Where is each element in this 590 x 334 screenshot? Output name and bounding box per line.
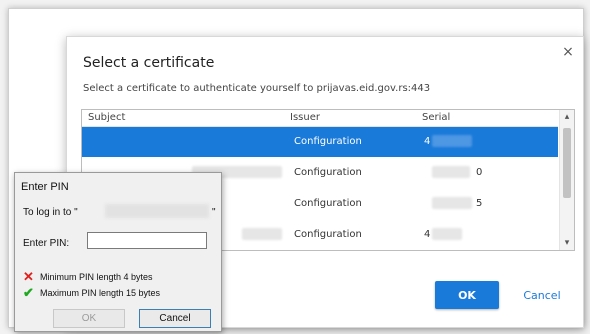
pin-rule-max: ✔ Maximum PIN length 15 bytes xyxy=(23,285,160,301)
column-header-subject[interactable]: Subject xyxy=(88,112,125,123)
table-row[interactable]: Configuration 4 xyxy=(82,127,558,157)
redaction-block xyxy=(432,166,470,178)
login-target-label: To log in to " xyxy=(23,207,78,218)
enter-pin-dialog: Enter PIN To log in to " " Enter PIN: ✕ … xyxy=(14,172,222,332)
dialog-title: Select a certificate xyxy=(83,55,215,71)
cancel-button[interactable]: Cancel xyxy=(509,281,575,309)
redaction-block xyxy=(105,204,209,218)
pin-dialog-title: Enter PIN xyxy=(21,181,69,193)
serial-cell: 0 xyxy=(476,167,483,178)
redaction-block xyxy=(242,228,282,240)
serial-cell: 4 xyxy=(424,136,431,147)
redaction-block xyxy=(432,197,472,209)
pin-input[interactable] xyxy=(87,232,207,249)
chevron-up-icon[interactable]: ▴ xyxy=(560,110,574,124)
table-header: Subject Issuer Serial xyxy=(82,110,558,127)
close-icon[interactable]: × xyxy=(559,43,577,61)
redaction-block xyxy=(432,228,462,240)
column-header-serial[interactable]: Serial xyxy=(422,112,450,123)
pin-rule-min: ✕ Minimum PIN length 4 bytes xyxy=(23,269,153,285)
table-scrollbar[interactable]: ▴ ▾ xyxy=(559,110,574,250)
column-header-issuer[interactable]: Issuer xyxy=(290,112,320,123)
pin-rule-text: Maximum PIN length 15 bytes xyxy=(40,288,161,298)
serial-cell: 5 xyxy=(476,198,483,209)
issuer-cell: Configuration xyxy=(294,167,362,178)
cross-icon: ✕ xyxy=(23,269,34,284)
pin-cancel-button[interactable]: Cancel xyxy=(139,309,211,328)
ok-button[interactable]: OK xyxy=(435,281,499,309)
issuer-cell: Configuration xyxy=(294,229,362,240)
pin-rule-text: Minimum PIN length 4 bytes xyxy=(40,272,153,282)
issuer-cell: Configuration xyxy=(294,198,362,209)
pin-ok-button[interactable]: OK xyxy=(53,309,125,328)
scrollbar-thumb[interactable] xyxy=(563,128,571,198)
redaction-block xyxy=(432,135,472,147)
pin-field-label: Enter PIN: xyxy=(23,238,70,249)
check-icon: ✔ xyxy=(23,285,34,300)
dialog-description: Select a certificate to authenticate you… xyxy=(83,83,431,94)
serial-cell: 4 xyxy=(424,229,431,240)
login-target-quote: " xyxy=(212,207,216,218)
chevron-down-icon[interactable]: ▾ xyxy=(560,236,574,250)
issuer-cell: Configuration xyxy=(294,136,362,147)
